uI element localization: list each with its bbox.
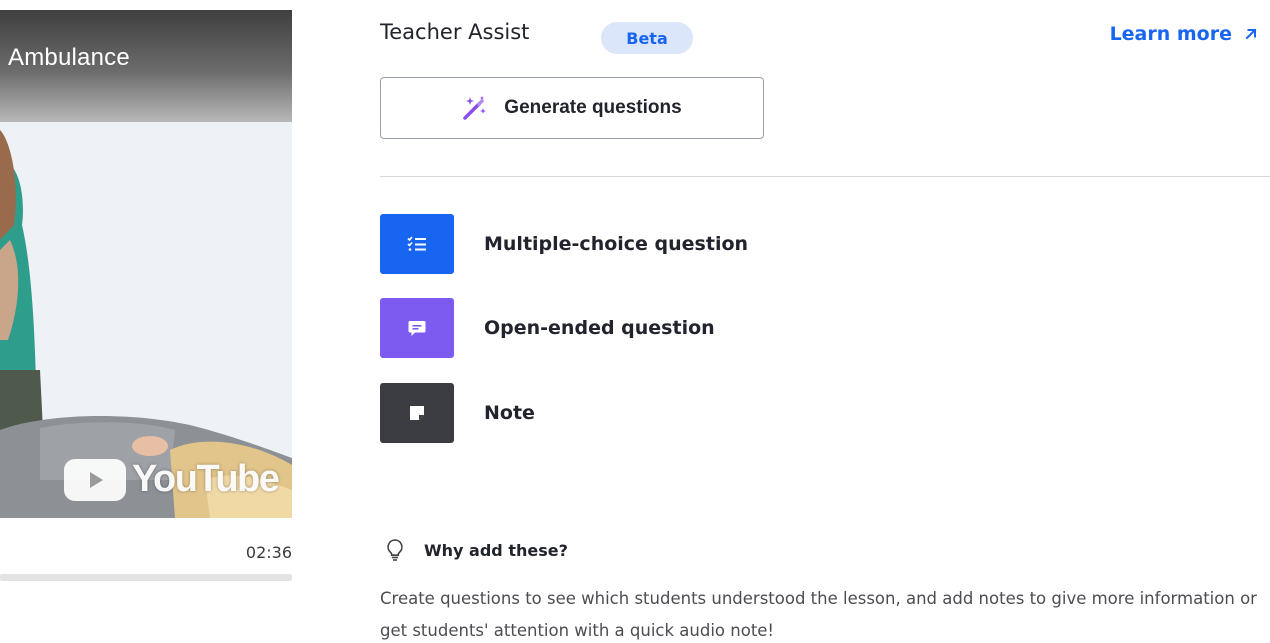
video-title: Ambulance xyxy=(8,44,130,71)
note-label: Note xyxy=(484,402,535,424)
video-title-bar: Ambulance xyxy=(0,10,292,122)
youtube-wordmark: YouTube xyxy=(132,458,280,500)
beta-badge: Beta xyxy=(601,22,693,54)
multiple-choice-label: Multiple-choice question xyxy=(484,233,749,255)
video-duration: 02:36 xyxy=(245,543,292,562)
chat-bubble-icon xyxy=(380,298,454,358)
generate-questions-label: Generate questions xyxy=(504,97,682,118)
teacher-assist-title: Teacher Assist xyxy=(380,20,530,44)
play-icon xyxy=(64,458,126,501)
open-ended-label: Open-ended question xyxy=(484,317,715,339)
lightbulb-icon xyxy=(387,539,403,561)
external-arrow-icon xyxy=(1245,28,1257,40)
why-add-these-heading: Why add these? xyxy=(384,538,568,562)
section-divider xyxy=(380,176,1270,177)
learn-more-link[interactable]: Learn more xyxy=(1110,23,1258,45)
lesson-editor: Ambulance YouTube 02:36 Teacher Assist B… xyxy=(0,0,1270,643)
video-player[interactable]: Ambulance YouTube xyxy=(0,10,292,518)
learn-more-label: Learn more xyxy=(1109,23,1232,45)
add-note[interactable]: Note xyxy=(380,383,980,443)
checklist-icon xyxy=(380,214,454,274)
why-add-these-description: Create questions to see which students u… xyxy=(380,589,1257,640)
teacher-assist-header: Teacher Assist Beta Learn more xyxy=(380,18,1270,54)
generate-questions-button[interactable]: Generate questions xyxy=(380,77,764,139)
why-add-these-title: Why add these? xyxy=(424,540,568,560)
sticky-note-icon xyxy=(380,383,454,443)
video-progress-bar[interactable] xyxy=(0,574,292,581)
magic-wand-icon xyxy=(463,96,487,120)
add-multiple-choice-question[interactable]: Multiple-choice question xyxy=(380,214,980,274)
add-open-ended-question[interactable]: Open-ended question xyxy=(380,298,980,358)
youtube-logo: YouTube xyxy=(64,458,280,501)
video-panel: Ambulance YouTube 02:36 xyxy=(0,0,300,643)
